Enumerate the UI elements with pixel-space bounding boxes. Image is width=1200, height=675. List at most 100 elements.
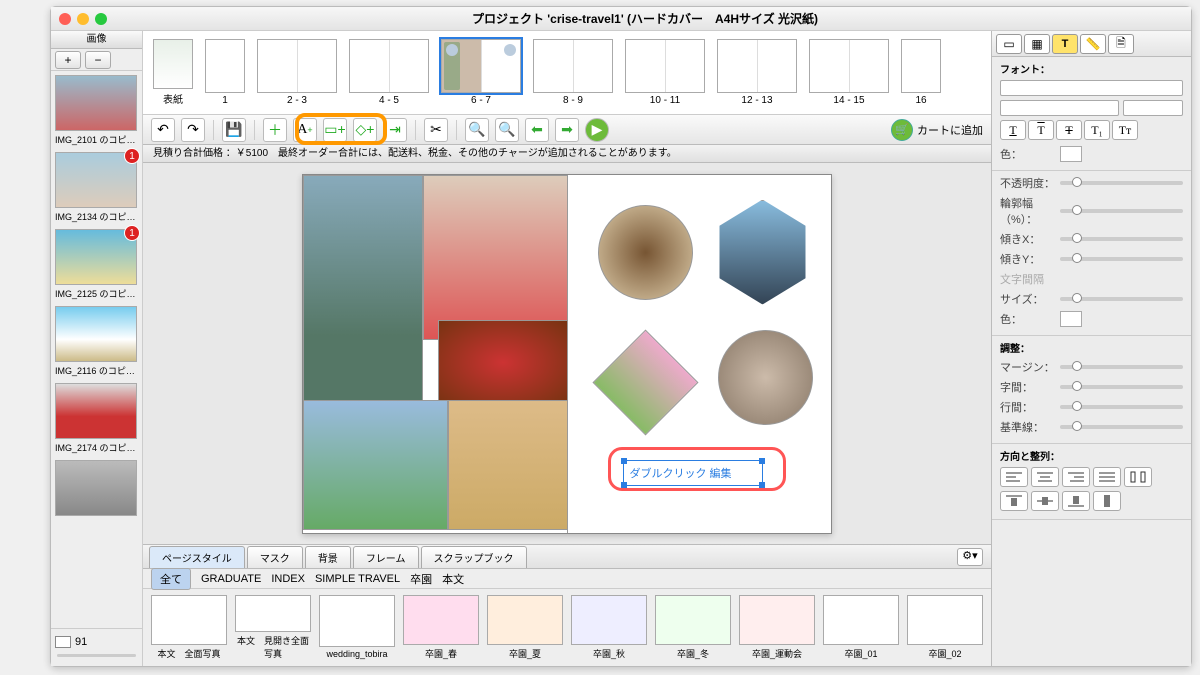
align-right-button[interactable]	[1062, 467, 1090, 487]
remove-image-button[interactable]: −	[85, 51, 111, 69]
tab-scrapbook[interactable]: スクラップブック	[421, 546, 527, 568]
style-item[interactable]: 卒園_運動会	[739, 595, 815, 660]
add-image-button[interactable]: +	[55, 51, 81, 69]
page-strip[interactable]: 表紙 1 2 - 3 » 4 - 5 6 - 7 8 - 9 10 - 11 1…	[143, 31, 991, 115]
zoom-tool-button[interactable]: 🔍	[465, 118, 489, 142]
filter-item[interactable]: SIMPLE TRAVEL	[315, 573, 400, 585]
style-list[interactable]: 本文 全面写真 本文 見開き全面写真 wedding_tobira 卒園_春 卒…	[143, 589, 991, 666]
font-weight-select[interactable]	[1000, 100, 1119, 116]
outline-color-swatch[interactable]	[1060, 311, 1082, 327]
close-icon[interactable]	[59, 13, 71, 25]
images-list[interactable]: IMG_2101 のコピー… 1IMG_2134 のコピー… 1IMG_2125…	[51, 71, 142, 628]
minimize-icon[interactable]	[77, 13, 89, 25]
page-thumb-cover[interactable]: 表紙	[153, 39, 193, 106]
play-button[interactable]: ▶	[585, 118, 609, 142]
photo-slot[interactable]	[718, 330, 813, 425]
filter-item[interactable]: 本文	[442, 571, 464, 587]
left-page[interactable]	[303, 175, 568, 533]
align-distribute-button[interactable]	[1124, 467, 1152, 487]
filter-item[interactable]: 卒園	[410, 571, 432, 587]
style-item[interactable]: 本文 見開き全面写真	[235, 595, 311, 660]
opacity-slider[interactable]	[1060, 181, 1183, 185]
style-item[interactable]: 本文 全面写真	[151, 595, 227, 660]
page-thumb[interactable]: 12 - 13	[717, 39, 797, 106]
smallcaps-button[interactable]: Tᴛ	[1112, 120, 1138, 140]
page-thumb[interactable]: 8 - 9	[533, 39, 613, 106]
page-thumb[interactable]: 4 - 5	[349, 39, 429, 106]
save-button[interactable]: 💾	[222, 118, 246, 142]
font-size-select[interactable]	[1123, 100, 1183, 116]
spread-view[interactable]: ダブルクリック 編集	[302, 174, 832, 534]
photo-slot[interactable]	[438, 320, 568, 405]
font-family-select[interactable]	[1000, 80, 1183, 96]
overline-button[interactable]: T	[1028, 120, 1054, 140]
image-thumb[interactable]: IMG_2101 のコピー…	[55, 75, 138, 146]
filter-icon[interactable]	[55, 636, 71, 648]
underline-button[interactable]: T	[1000, 120, 1026, 140]
add-page-button[interactable]: ＋	[263, 118, 287, 142]
zoom-icon[interactable]	[95, 13, 107, 25]
next-page-button[interactable]: ➡	[555, 118, 579, 142]
inspector-tab-page[interactable]: 🗎	[1108, 34, 1134, 54]
redo-button[interactable]: ↷	[181, 118, 205, 142]
photo-slot[interactable]	[423, 175, 568, 340]
style-item[interactable]: 卒園_冬	[655, 595, 731, 660]
image-thumb[interactable]	[55, 460, 138, 518]
skewy-slider[interactable]	[1060, 257, 1183, 261]
image-thumb[interactable]: IMG_2174 のコピー…	[55, 383, 138, 454]
tab-frame[interactable]: フレーム	[353, 546, 419, 568]
margin-slider[interactable]	[1060, 365, 1183, 369]
skewx-slider[interactable]	[1060, 237, 1183, 241]
filter-all[interactable]: 全て	[151, 568, 191, 590]
style-item[interactable]: 卒園_夏	[487, 595, 563, 660]
photo-slot[interactable]	[448, 400, 568, 530]
style-item[interactable]: 卒園_秋	[571, 595, 647, 660]
photo-slot[interactable]	[598, 205, 693, 300]
valign-bottom-button[interactable]	[1062, 491, 1090, 511]
align-center-button[interactable]	[1031, 467, 1059, 487]
size-slider[interactable]	[1060, 297, 1183, 301]
tab-background[interactable]: 背景	[305, 546, 351, 568]
line-slider[interactable]	[1060, 405, 1183, 409]
baseline-slider[interactable]	[1060, 425, 1183, 429]
styles-settings-button[interactable]: ⚙▾	[957, 548, 983, 566]
style-item[interactable]: wedding_tobira	[319, 595, 395, 660]
spacing-slider[interactable]	[1060, 385, 1183, 389]
image-thumb[interactable]: 1IMG_2125 のコピー…	[55, 229, 138, 300]
crop-button[interactable]: ✂	[424, 118, 448, 142]
tab-mask[interactable]: マスク	[247, 546, 303, 568]
filter-item[interactable]: INDEX	[271, 573, 305, 585]
valign-top-button[interactable]	[1000, 491, 1028, 511]
page-thumb[interactable]: 1	[205, 39, 245, 106]
page-thumb[interactable]: 2 - 3 »	[257, 39, 337, 106]
page-thumb-selected[interactable]: 6 - 7	[441, 39, 521, 106]
style-item[interactable]: 卒園_01	[823, 595, 899, 660]
align-left-button[interactable]	[1000, 467, 1028, 487]
thumb-size-slider[interactable]	[51, 654, 142, 666]
valign-middle-button[interactable]	[1031, 491, 1059, 511]
align-justify-button[interactable]	[1093, 467, 1121, 487]
text-color-swatch[interactable]	[1060, 146, 1082, 162]
photo-slot[interactable]	[303, 175, 423, 405]
undo-button[interactable]: ↶	[151, 118, 175, 142]
prev-page-button[interactable]: ⬅	[525, 118, 549, 142]
photo-slot[interactable]	[303, 400, 448, 530]
add-to-cart-button[interactable]: 🛒 カートに追加	[891, 119, 983, 141]
page-thumb[interactable]: 10 - 11	[625, 39, 705, 106]
outline-slider[interactable]	[1060, 209, 1183, 213]
strike-button[interactable]: T	[1056, 120, 1082, 140]
image-thumb[interactable]: 1IMG_2134 のコピー…	[55, 152, 138, 223]
inspector-tab-image[interactable]: ▭	[996, 34, 1022, 54]
inspector-tab-text[interactable]: T	[1052, 34, 1078, 54]
page-thumb[interactable]: 14 - 15	[809, 39, 889, 106]
inspector-tab-ruler[interactable]: 📏	[1080, 34, 1106, 54]
page-thumb[interactable]: 16	[901, 39, 941, 106]
filter-item[interactable]: GRADUATE	[201, 573, 261, 585]
valign-stretch-button[interactable]	[1093, 491, 1121, 511]
subscript-button[interactable]: T₁	[1084, 120, 1110, 140]
style-item[interactable]: 卒園_春	[403, 595, 479, 660]
canvas-area[interactable]: ダブルクリック 編集	[143, 163, 991, 544]
image-thumb[interactable]: IMG_2116 のコピー-j…	[55, 306, 138, 377]
zoom-out-button[interactable]: 🔍	[495, 118, 519, 142]
photo-slot[interactable]	[592, 329, 698, 435]
